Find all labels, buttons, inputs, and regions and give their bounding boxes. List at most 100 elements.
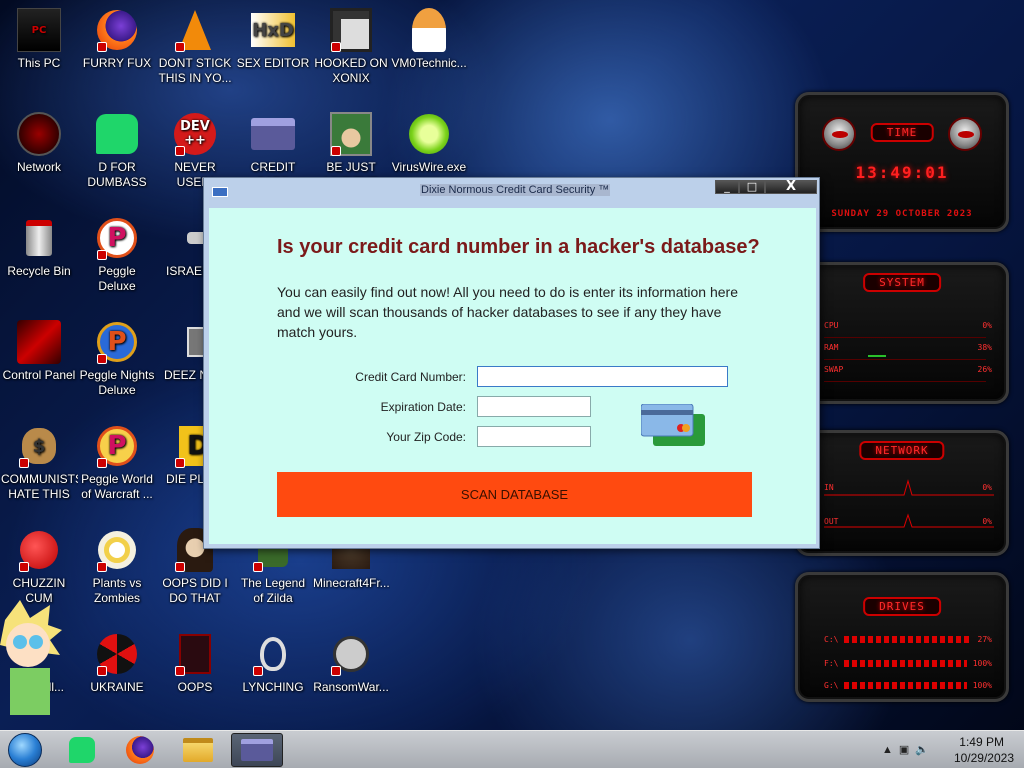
taskbar-clock-time[interactable]: 1:49 PM (959, 735, 1004, 749)
swap-row: SWAP 26% (824, 365, 992, 374)
noose-icon (251, 632, 295, 676)
chuzzle-icon (17, 528, 61, 572)
scan-database-button[interactable]: SCAN DATABASE (277, 472, 752, 517)
this-pc-icon[interactable]: PC This PC (0, 2, 78, 71)
page-title: Is your credit card number in a hacker's… (277, 236, 760, 258)
system-title: SYSTEM (863, 273, 941, 292)
peggle-icon: P (95, 320, 139, 364)
oops-icon[interactable]: OOPS (156, 626, 234, 695)
hooked-on-xonix-icon[interactable]: HOOKED ON XONIX (312, 2, 390, 86)
drives-panel: DRIVES C:\ 27% F:\ 100% G:\ 100% (795, 572, 1009, 702)
drive-row: C:\ 27% (824, 634, 992, 644)
peggle-wow-icon[interactable]: P Peggle World of Warcraft ... (78, 418, 156, 502)
window-titlebar[interactable]: Dixie Normous Credit Card Security ™ _ □… (204, 178, 819, 206)
taskbar-chat-app[interactable] (56, 733, 108, 767)
furry-fux-icon[interactable]: FURRY FUX (78, 2, 156, 71)
communists-icon[interactable]: $ COMMUNISTS HATE THIS G... (0, 418, 78, 502)
drives-title: DRIVES (863, 597, 941, 616)
vlc-cone-icon (173, 8, 217, 52)
network-icon[interactable]: Network (0, 106, 78, 175)
lynching-icon[interactable]: LYNCHING (234, 626, 312, 695)
hxd-icon: HxD (251, 8, 295, 52)
start-button[interactable] (8, 733, 42, 767)
peggle-icon: P (95, 424, 139, 468)
credit-cards-icon (641, 404, 705, 446)
peggle-icon: P (95, 216, 139, 260)
window-title: Dixie Normous Credit Card Security ™ (420, 184, 611, 196)
peggle-nights-icon[interactable]: P Peggle Nights Deluxe (78, 314, 156, 398)
firefox-icon (95, 8, 139, 52)
dont-stick-icon[interactable]: DONT STICK THIS IN YO... (156, 2, 234, 86)
tray-icons[interactable]: ▲▣🔈 (882, 743, 935, 756)
flower-icon (95, 528, 139, 572)
radiation-icon (95, 632, 139, 676)
taskbar: ▲▣🔈 1:49 PM 10/29/2023 (0, 730, 1024, 768)
taskbar-clock-date[interactable]: 10/29/2023 (954, 751, 1014, 765)
cartoon-character-icon (0, 600, 62, 715)
doctor-icon (407, 8, 451, 52)
firefox-icon (126, 736, 154, 764)
taskbar-file-explorer[interactable] (172, 733, 224, 767)
zip-code-input[interactable] (477, 426, 591, 447)
sex-editor-icon[interactable]: HxD SEX EDITOR (234, 2, 312, 71)
dark-book-icon (173, 632, 217, 676)
recycle-bin-icon[interactable]: Recycle Bin (0, 210, 78, 279)
chevron-up-icon[interactable]: ▲ (882, 744, 899, 756)
description-text: You can easily find out now! All you nee… (277, 284, 738, 340)
vm0technic-icon[interactable]: VM0Technic... (390, 2, 468, 71)
control-panel-icon[interactable]: Control Panel (0, 314, 78, 383)
peggle-deluxe-icon[interactable]: P Peggle Deluxe (78, 210, 156, 294)
card-number-label: Credit Card Number: (355, 370, 466, 384)
chat-bubble-icon (69, 737, 95, 763)
window-content: Is your credit card number in a hacker's… (209, 208, 816, 544)
skull-icon (329, 632, 373, 676)
taskbar-firefox[interactable] (114, 733, 166, 767)
ram-row: RAM 38% (824, 343, 992, 352)
network-in-graph (824, 479, 994, 496)
credit-card-icon (241, 739, 273, 761)
app-window-icon (212, 187, 228, 197)
drive-row: F:\ 100% (824, 658, 992, 668)
clock-date: SUNDAY 29 OCTOBER 2023 (831, 209, 973, 219)
d-for-dumbass-icon[interactable]: D FOR DUMBASS (78, 106, 156, 190)
system-panel: SYSTEM CPU 0% RAM 38% SWAP 26% (795, 262, 1009, 404)
chuzzin-icon[interactable]: CHUZZIN CUM (0, 522, 78, 606)
devcpp-icon: DEV ++ (173, 112, 217, 156)
network-tray-icon[interactable]: ▣ (899, 744, 915, 756)
time-title: TIME (870, 123, 934, 142)
ransomware-icon[interactable]: RansomWar... (312, 626, 390, 695)
lime-icon (407, 112, 451, 156)
credit-card-security-window: Dixie Normous Credit Card Security ™ _ □… (203, 177, 820, 549)
maximize-button[interactable]: □ (739, 180, 765, 194)
time-panel: TIME 13:49:01 SUNDAY 29 OCTOBER 2023 (795, 92, 1009, 232)
taskbar-credit-card-checker[interactable] (231, 733, 283, 767)
control-panel-glyph-icon (17, 320, 61, 364)
alien-icon (948, 117, 982, 151)
system-monitor-gadget: TIME 13:49:01 SUNDAY 29 OCTOBER 2023 SYS… (795, 92, 1009, 712)
network-title: NETWORK (859, 441, 945, 460)
expiration-date-input[interactable] (477, 396, 591, 417)
card-number-input[interactable] (477, 366, 728, 387)
zip-code-label: Your Zip Code: (386, 430, 466, 444)
globe-icon (17, 112, 61, 156)
system-tray: ▲▣🔈 1:49 PM 10/29/2023 (874, 731, 1024, 768)
network-panel: NETWORK IN 0% OUT 0% (795, 430, 1009, 556)
network-out-graph (824, 513, 994, 528)
cpu-row: CPU 0% (824, 321, 992, 330)
viruswire-icon[interactable]: VirusWire.exe (390, 106, 468, 175)
money-bag-icon: $ (17, 424, 61, 468)
minimize-button[interactable]: _ (715, 180, 739, 194)
drive-row: G:\ 100% (824, 680, 992, 690)
computer-icon: PC (17, 8, 61, 52)
clock-time: 13:49:01 (855, 163, 949, 182)
xonix-icon (329, 8, 373, 52)
close-button[interactable]: X (765, 180, 817, 194)
alien-icon (822, 117, 856, 151)
expiration-date-label: Expiration Date: (380, 400, 466, 414)
chat-bubble-icon (95, 112, 139, 156)
volume-icon[interactable]: 🔈 (915, 744, 935, 756)
folder-icon (183, 738, 213, 762)
ukraine-icon[interactable]: UKRAINE (78, 626, 156, 695)
plants-vs-zombies-icon[interactable]: Plants vs Zombies (78, 522, 156, 606)
gnome-icon (329, 112, 373, 156)
